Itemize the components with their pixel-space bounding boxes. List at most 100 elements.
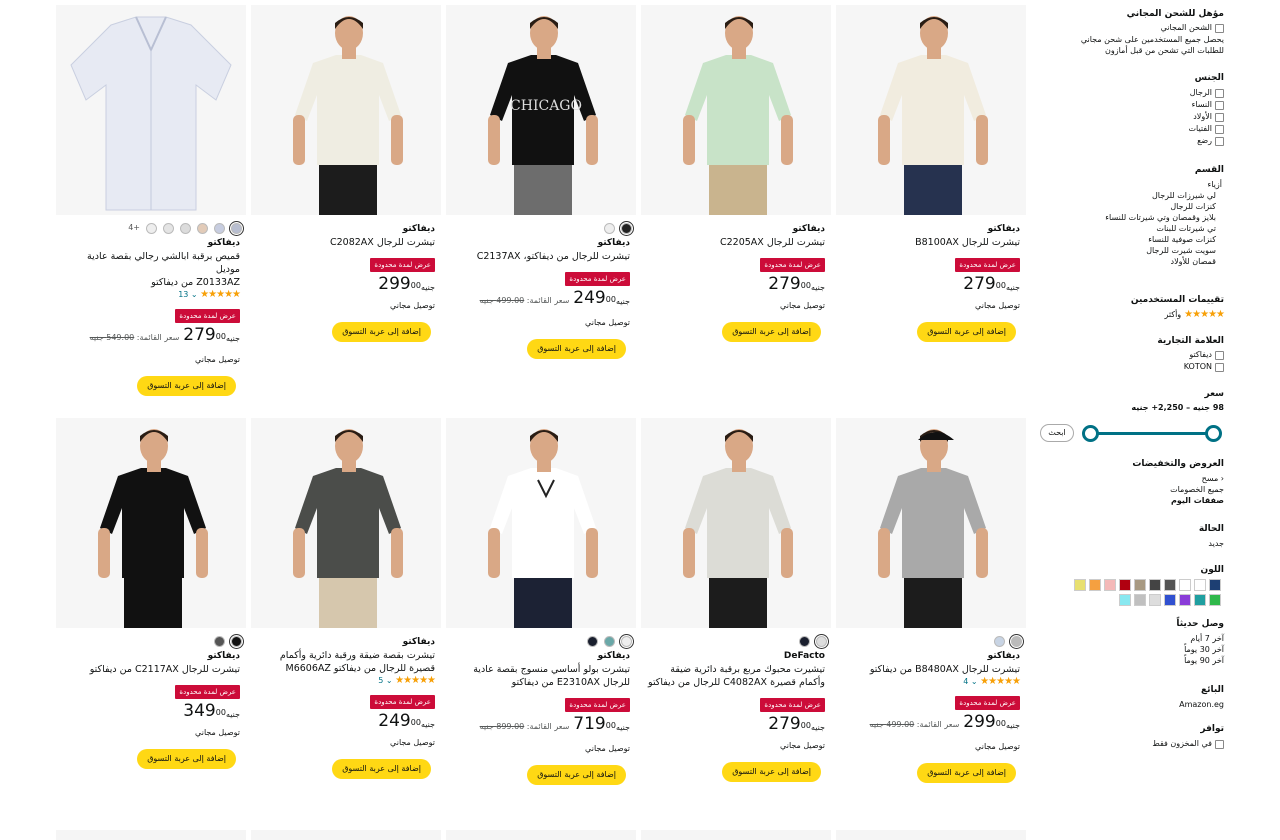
color-swatch[interactable] [1134, 579, 1146, 591]
department-link[interactable]: تي شيرتات للبنات [1036, 223, 1224, 234]
color-swatch[interactable] [1209, 579, 1221, 591]
product-title[interactable]: تيشرت للرجال B8100AX [840, 236, 1020, 249]
add-to-cart-button[interactable]: إضافة إلى عربة التسوق [527, 339, 626, 359]
product-image[interactable] [446, 418, 636, 628]
checkbox[interactable] [1215, 100, 1224, 110]
checkbox[interactable] [1215, 112, 1224, 122]
checkbox[interactable] [1215, 350, 1224, 360]
new-arrivals-link[interactable]: آخر 7 أيام [1036, 633, 1224, 644]
department-link[interactable]: قمصان للأولاد [1036, 256, 1224, 267]
gender-option-girls[interactable]: الفتيات [1036, 123, 1224, 135]
color-option-dot[interactable] [619, 634, 634, 649]
color-swatch[interactable] [1194, 579, 1206, 591]
color-swatch[interactable] [1104, 579, 1116, 591]
product-title[interactable]: تيشيرت محبوك مربع برقبة دائرية ضيقة [645, 663, 825, 676]
product-title[interactable]: وأكمام قصيرة C4082AX للرجال من ديفاكتو [645, 676, 825, 689]
color-option-dot[interactable] [604, 636, 615, 647]
product-image[interactable] [641, 5, 831, 215]
add-to-cart-button[interactable]: إضافة إلى عربة التسوق [722, 322, 821, 342]
color-option-dot[interactable] [587, 636, 598, 647]
checkbox[interactable] [1215, 124, 1224, 134]
add-to-cart-button[interactable]: إضافة إلى عربة التسوق [332, 322, 431, 342]
product-image[interactable] [836, 418, 1026, 628]
department-link[interactable]: سويت شيرت للرجال [1036, 245, 1224, 256]
seller-amazon-link[interactable]: Amazon.eg [1036, 699, 1224, 710]
product-image[interactable] [836, 830, 1026, 840]
product-title[interactable]: تيشرت بقصة ضيقة ورقبة دائرية وأكمام [255, 649, 435, 662]
department-link[interactable]: لي شيرزات للرجال [1036, 190, 1224, 201]
color-swatch[interactable] [1134, 594, 1146, 606]
color-option-dot[interactable] [163, 223, 174, 234]
new-arrivals-link[interactable]: آخر 90 يوماً [1036, 655, 1224, 666]
product-rating[interactable]: ★★★★★ ⌄ 4 [840, 676, 1021, 687]
add-to-cart-button[interactable]: إضافة إلى عربة التسوق [917, 763, 1016, 783]
add-to-cart-button[interactable]: إضافة إلى عربة التسوق [137, 376, 236, 396]
product-image[interactable] [251, 418, 441, 628]
product-title[interactable]: تيشرت للرجال C2205AX [645, 236, 825, 249]
new-arrivals-link[interactable]: آخر 30 يوماً [1036, 644, 1224, 655]
add-to-cart-button[interactable]: إضافة إلى عربة التسوق [527, 765, 626, 785]
color-option-dot[interactable] [180, 223, 191, 234]
department-link[interactable]: كنزات صوفية للنساء [1036, 234, 1224, 245]
color-swatch[interactable] [1179, 579, 1191, 591]
product-image[interactable]: CHICAGO [446, 5, 636, 215]
add-to-cart-button[interactable]: إضافة إلى عربة التسوق [722, 762, 821, 782]
color-swatch[interactable] [1179, 594, 1191, 606]
slider-min-handle[interactable] [1082, 425, 1099, 442]
product-image[interactable] [56, 5, 246, 215]
color-swatch[interactable] [1149, 594, 1161, 606]
product-title[interactable]: للرجال E2310AX من ديفاكتو [450, 676, 630, 689]
free-shipping-checkbox[interactable]: الشحن المجاني [1036, 22, 1224, 34]
in-stock-checkbox[interactable]: في المخزون فقط [1036, 738, 1224, 750]
color-option-dot[interactable] [229, 221, 244, 236]
department-link[interactable]: كنزات للرجال [1036, 201, 1224, 212]
rating-4-up-link[interactable]: ★★★★★ وأكثر [1036, 309, 1225, 321]
checkbox[interactable] [1215, 739, 1224, 749]
gender-option-baby[interactable]: رضع [1036, 135, 1224, 147]
brand-option-defacto[interactable]: ديفاكتو [1036, 349, 1224, 361]
product-title[interactable]: تيشرت للرجال B8480AX من ديفاكتو [840, 663, 1020, 676]
product-title[interactable]: قصيرة للرجال من ديفاكتو M6606AZ [255, 662, 435, 675]
todays-deals-link[interactable]: صفقات اليوم [1036, 495, 1224, 506]
gender-option-women[interactable]: النساء [1036, 99, 1224, 111]
color-option-dot[interactable] [214, 636, 225, 647]
color-option-dot[interactable] [146, 223, 157, 234]
color-option-dot[interactable] [994, 636, 1005, 647]
gender-option-boys[interactable]: الأولاد [1036, 111, 1224, 123]
brand-option-koton[interactable]: KOTON [1036, 361, 1224, 373]
add-to-cart-button[interactable]: إضافة إلى عربة التسوق [137, 749, 236, 769]
color-swatch[interactable] [1164, 594, 1176, 606]
color-option-dot[interactable] [799, 636, 810, 647]
checkbox[interactable] [1215, 88, 1224, 98]
color-option-dot[interactable] [604, 223, 615, 234]
product-image[interactable] [446, 830, 636, 840]
condition-new-link[interactable]: جديد [1036, 538, 1224, 549]
price-slider[interactable] [1082, 424, 1222, 444]
gender-option-men[interactable]: الرجال [1036, 87, 1224, 99]
product-title[interactable]: تيشرت للرجال من ديفاكتو، C2137AX [450, 250, 630, 263]
color-option-dot[interactable] [197, 223, 208, 234]
add-to-cart-button[interactable]: إضافة إلى عربة التسوق [332, 759, 431, 779]
checkbox[interactable] [1215, 23, 1224, 33]
color-swatch[interactable] [1119, 579, 1131, 591]
color-option-dot[interactable] [814, 634, 829, 649]
product-rating[interactable]: ★★★★★ ⌄ 5 [255, 675, 436, 686]
add-to-cart-button[interactable]: إضافة إلى عربة التسوق [917, 322, 1016, 342]
product-image[interactable] [251, 830, 441, 840]
product-title[interactable]: قميص برقبة ابالشي رجالي بقصة عادية موديل [60, 250, 240, 276]
color-swatch[interactable] [1089, 579, 1101, 591]
color-swatch[interactable] [1194, 594, 1206, 606]
product-title[interactable]: تيشرت للرجال C2117AX من ديفاكتو [60, 663, 240, 676]
product-title[interactable]: تيشرت بولو أساسي منسوج بقصة عادية [450, 663, 630, 676]
clear-link[interactable]: ‹ مسح [1036, 473, 1224, 484]
color-swatch[interactable] [1119, 594, 1131, 606]
product-image[interactable] [641, 830, 831, 840]
product-title[interactable]: تيشرت للرجال C2082AX [255, 236, 435, 249]
all-discounts-link[interactable]: جميع الخصومات [1036, 484, 1224, 495]
department-link[interactable]: بلايز وقمصان وتي شيرتات للنساء [1036, 212, 1224, 223]
product-image[interactable] [56, 418, 246, 628]
color-swatch[interactable] [1164, 579, 1176, 591]
department-link[interactable]: أزياء [1036, 179, 1224, 190]
product-image[interactable] [641, 418, 831, 628]
product-title[interactable]: Z0133AZ من ديفاكتو [60, 276, 240, 289]
